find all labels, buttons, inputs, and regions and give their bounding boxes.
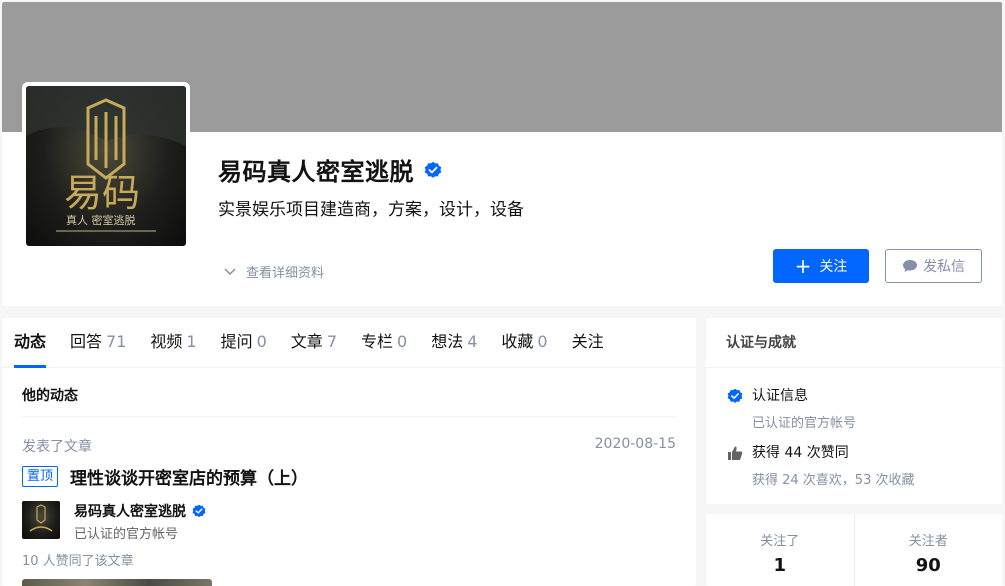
verified-badge-icon [727, 388, 743, 403]
view-details-label: 查看详细资料 [246, 266, 325, 281]
tab-thoughts[interactable]: 想法 4 [431, 318, 477, 367]
follow-button[interactable]: + 关注 [773, 249, 869, 283]
followers-label: 关注者 [908, 534, 948, 549]
achievements-card: 认证与成就 认证信息 已认证的官方帐号 获得 44 次赞同 获得 24 次喜欢，… [706, 318, 1002, 504]
tab-count: 1 [186, 332, 197, 351]
pinned-badge: 置顶 [22, 466, 59, 487]
likes-label: 获得 44 次赞同 [752, 445, 849, 461]
tab-count: 0 [397, 332, 408, 351]
section-title: 他的动态 [22, 388, 78, 404]
send-message-button[interactable]: 发私信 [885, 249, 982, 283]
certification-sub: 已认证的官方帐号 [752, 416, 857, 431]
following-stat[interactable]: 关注了 1 [706, 514, 854, 586]
profile-tabs: 动态 回答 71 视频 1 提问 0 文章 7 专栏 0 想法 4 收藏 0 关注 [2, 318, 696, 368]
verified-badge-icon[interactable] [424, 161, 442, 179]
tab-count: 4 [467, 332, 478, 351]
tab-columns[interactable]: 专栏 0 [361, 318, 407, 367]
certification-label: 认证信息 [752, 388, 808, 404]
tab-label: 收藏 [501, 332, 534, 351]
tab-videos[interactable]: 视频 1 [150, 318, 196, 367]
author-avatar-logo [29, 504, 53, 532]
tab-label: 动态 [14, 332, 47, 351]
tab-label: 文章 [290, 332, 323, 351]
profile-headline: 实景娱乐项目建造商，方案，设计，设备 [218, 200, 524, 220]
activity-date: 2020-08-15 [594, 436, 676, 452]
tab-label: 提问 [220, 332, 253, 351]
article-title-link[interactable]: 理性谈谈开密室店的预算（上） [70, 464, 308, 489]
followers-stat[interactable]: 关注者 90 [853, 514, 1003, 586]
tab-label: 视频 [150, 332, 183, 351]
follow-button-label: 关注 [819, 259, 848, 275]
thumbs-up-icon [728, 446, 743, 460]
name-row: 易码真人密室逃脱 [218, 152, 442, 187]
likes-count: 10 人赞同了该文章 [22, 554, 134, 569]
chat-bubble-icon [903, 260, 917, 272]
tab-count: 71 [106, 332, 127, 351]
send-message-label: 发私信 [923, 259, 965, 275]
article-thumbnail[interactable] [22, 579, 212, 586]
likes-item: 获得 44 次赞同 获得 24 次喜欢，53 次收藏 [726, 443, 914, 488]
following-count: 1 [773, 555, 787, 576]
avatar-brand-subtext: 真人 密室逃脱 [66, 213, 136, 227]
tab-label: 关注 [571, 332, 604, 351]
author-avatar[interactable] [22, 501, 60, 539]
activity-type: 发表了文章 [22, 439, 92, 455]
verified-badge-icon [192, 504, 206, 518]
view-details-toggle[interactable]: 查看详细资料 [224, 262, 324, 281]
tab-count: 0 [537, 332, 548, 351]
profile-name: 易码真人密室逃脱 [218, 158, 414, 186]
tab-count: 0 [256, 332, 267, 351]
tab-questions[interactable]: 提问 0 [221, 318, 267, 367]
chevron-down-icon [224, 267, 236, 275]
tab-label: 专栏 [361, 332, 394, 351]
follow-stats-card: 关注了 1 关注者 90 [706, 514, 1002, 586]
author-title: 已认证的官方帐号 [74, 527, 179, 542]
tab-label: 想法 [431, 332, 464, 351]
tab-answers[interactable]: 回答 71 [70, 318, 126, 367]
achievements-title: 认证与成就 [706, 318, 1002, 368]
tab-collections[interactable]: 收藏 0 [501, 318, 547, 367]
author-info: 易码真人密室逃脱 已认证的官方帐号 [22, 501, 206, 542]
following-label: 关注了 [760, 534, 800, 549]
tab-label: 回答 [70, 332, 103, 351]
certification-item: 认证信息 已认证的官方帐号 [726, 386, 856, 431]
author-name-link[interactable]: 易码真人密室逃脱 [74, 501, 186, 521]
article-title-row: 置顶 理性谈谈开密室店的预算（上） [22, 464, 308, 489]
avatar[interactable]: 易码 真人 密室逃脱 [22, 82, 190, 250]
tab-activity[interactable]: 动态 [14, 318, 47, 368]
tab-following[interactable]: 关注 [572, 318, 604, 367]
tab-articles[interactable]: 文章 7 [291, 318, 337, 367]
avatar-brand-text: 易码 [64, 171, 140, 215]
tab-count: 7 [326, 332, 337, 351]
activity-card: 动态 回答 71 视频 1 提问 0 文章 7 专栏 0 想法 4 收藏 0 关注 他的动态 … [2, 318, 696, 586]
plus-icon: + [794, 254, 812, 278]
avatar-logo: 易码 真人 密室逃脱 [26, 86, 186, 232]
followers-count: 90 [915, 555, 941, 576]
likes-sub: 获得 24 次喜欢，53 次收藏 [752, 473, 915, 488]
avatar-image: 易码 真人 密室逃脱 [26, 86, 186, 246]
profile-header: 易码 真人 密室逃脱 易码真人密室逃脱 实景娱乐项目建造商，方案，设计，设备 查… [2, 2, 1002, 306]
divider [22, 416, 676, 417]
